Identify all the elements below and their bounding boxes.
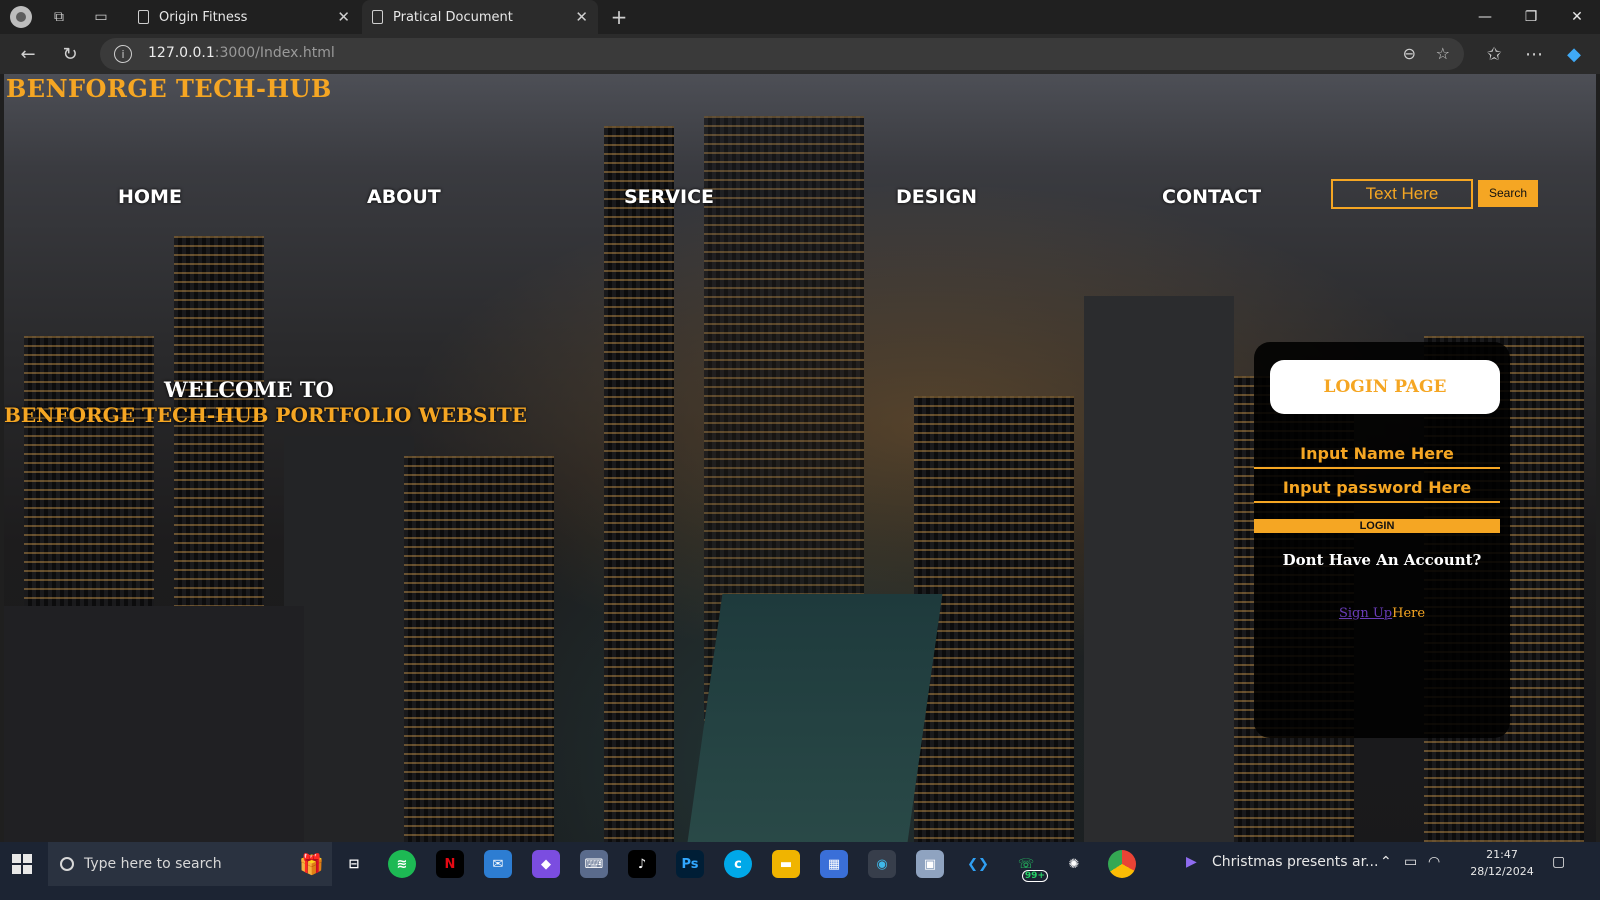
background-building (914, 396, 1074, 856)
netflix-icon[interactable]: N (436, 850, 464, 878)
new-tab-icon[interactable]: + (608, 5, 630, 29)
spotify-icon[interactable]: ≋ (388, 850, 416, 878)
close-icon[interactable]: ✕ (575, 8, 588, 26)
taskbar-search[interactable]: Type here to search 🎁 (48, 842, 332, 886)
search-button[interactable]: Search (1478, 180, 1538, 207)
taskbar-search-placeholder: Type here to search (84, 856, 222, 872)
browser-titlebar: ⧉ ▭ Origin Fitness ✕ Pratical Document ✕… (0, 0, 1600, 34)
login-panel: LOGIN PAGE Input Name Here Input passwor… (1254, 342, 1510, 738)
profile-icon[interactable] (10, 6, 32, 28)
zoom-icon[interactable]: ⊖ (1403, 44, 1416, 63)
address-bar[interactable]: i 127.0.0.1:3000/Index.html ⊖ ☆ (100, 38, 1464, 70)
tiktok-icon[interactable]: ♪ (628, 850, 656, 878)
login-button[interactable]: LOGIN (1254, 519, 1500, 533)
tab-title: Origin Fitness (159, 9, 248, 25)
signup-line: Sign UpHere (1254, 606, 1510, 621)
nav-service[interactable]: SERVICE (624, 186, 714, 208)
restore-button[interactable]: ❐ (1508, 0, 1554, 34)
more-options-icon[interactable]: ⋯ (1522, 42, 1546, 66)
signup-suffix: Here (1392, 606, 1426, 621)
notification-text[interactable]: Christmas presents ar... (1212, 854, 1378, 870)
browser-toolbar: ← ↻ i 127.0.0.1:3000/Index.html ⊖ ☆ ✩ ⋯ … (0, 34, 1600, 74)
background-building (404, 456, 554, 856)
minimize-button[interactable]: — (1462, 0, 1508, 34)
clock[interactable]: 21:47 28/12/2024 (1467, 846, 1537, 880)
task-view-icon[interactable]: ⊟ (340, 850, 368, 878)
store-icon[interactable]: ▦ (820, 850, 848, 878)
nav-contact[interactable]: CONTACT (1162, 186, 1261, 208)
copilot-icon[interactable]: ◆ (1562, 42, 1586, 66)
url-text[interactable]: 127.0.0.1:3000/Index.html (148, 45, 335, 61)
nav-about[interactable]: ABOUT (367, 186, 441, 208)
back-arrow-icon[interactable]: ← (16, 42, 40, 66)
windows-start-icon[interactable] (12, 854, 32, 874)
edge-icon[interactable]: ◉ (868, 850, 896, 878)
chatgpt-icon[interactable]: ✺ (1060, 850, 1088, 878)
tab-origin-fitness[interactable]: Origin Fitness ✕ (128, 0, 360, 34)
file-explorer-icon[interactable]: ▬ (772, 850, 800, 878)
notification-badge: 99+ (1021, 870, 1048, 882)
favorite-star-icon[interactable]: ☆ (1436, 44, 1450, 63)
search-icon (60, 857, 74, 871)
no-account-text: Dont Have An Account? (1282, 551, 1482, 569)
name-input[interactable]: Input Name Here (1254, 439, 1500, 469)
wifi-icon[interactable]: ◠ (1428, 854, 1440, 870)
window-close-button[interactable]: ✕ (1554, 0, 1600, 34)
close-icon[interactable]: ✕ (337, 8, 350, 26)
battery-icon[interactable]: ▭ (1404, 854, 1417, 870)
nav-home[interactable]: HOME (118, 186, 182, 208)
chevron-up-icon[interactable]: ⌃ (1380, 854, 1392, 870)
image-app-icon[interactable]: ▣ (916, 850, 944, 878)
workspaces-icon[interactable]: ⧉ (48, 6, 70, 28)
gift-icon: 🎁 (299, 852, 324, 876)
nav-design[interactable]: DESIGN (896, 186, 977, 208)
whatsapp-icon[interactable]: ☏ 99+ (1012, 850, 1048, 882)
login-title: LOGIN PAGE (1270, 360, 1500, 414)
notifications-icon[interactable]: ▢ (1552, 854, 1565, 870)
tab-title: Pratical Document (393, 9, 513, 25)
password-input[interactable]: Input password Here (1254, 473, 1500, 503)
tab-pratical-document[interactable]: Pratical Document ✕ (362, 0, 598, 34)
welcome-heading: WELCOME TO (164, 377, 334, 402)
welcome-subheading: BENFORGE TECH-HUB PORTFOLIO WEBSITE (4, 403, 527, 427)
background-building (1084, 296, 1234, 856)
media-icon[interactable]: ▶ (1186, 854, 1197, 870)
taskbar: Type here to search 🎁 ⊟ ≋ N ✉ ◆ ⌨ ♪ Ps c… (0, 842, 1600, 900)
document-icon (138, 10, 149, 24)
document-icon (372, 10, 383, 24)
info-icon[interactable]: i (114, 45, 132, 63)
copilot-app-icon[interactable]: ◆ (532, 850, 560, 878)
background-river (685, 594, 943, 856)
keyboard-app-icon[interactable]: ⌨ (580, 850, 608, 878)
canva-icon[interactable]: c (724, 850, 752, 878)
search-input[interactable]: Text Here (1331, 179, 1473, 209)
web-page: BENFORGE TECH-HUB HOME ABOUT SERVICE DES… (4, 74, 1596, 856)
chrome-icon[interactable] (1108, 850, 1136, 878)
clock-date: 28/12/2024 (1470, 865, 1534, 878)
vscode-icon[interactable]: ❮❯ (964, 850, 992, 878)
photoshop-icon[interactable]: Ps (676, 850, 704, 878)
signup-link[interactable]: Sign Up (1339, 606, 1392, 621)
site-title: BENFORGE TECH-HUB (6, 74, 332, 103)
background-building (604, 126, 674, 856)
clock-time: 21:47 (1486, 848, 1518, 861)
mail-icon[interactable]: ✉ (484, 850, 512, 878)
background-building (4, 606, 304, 856)
refresh-icon[interactable]: ↻ (58, 42, 82, 66)
favorites-icon[interactable]: ✩ (1482, 42, 1506, 66)
tab-actions-icon[interactable]: ▭ (90, 6, 112, 28)
